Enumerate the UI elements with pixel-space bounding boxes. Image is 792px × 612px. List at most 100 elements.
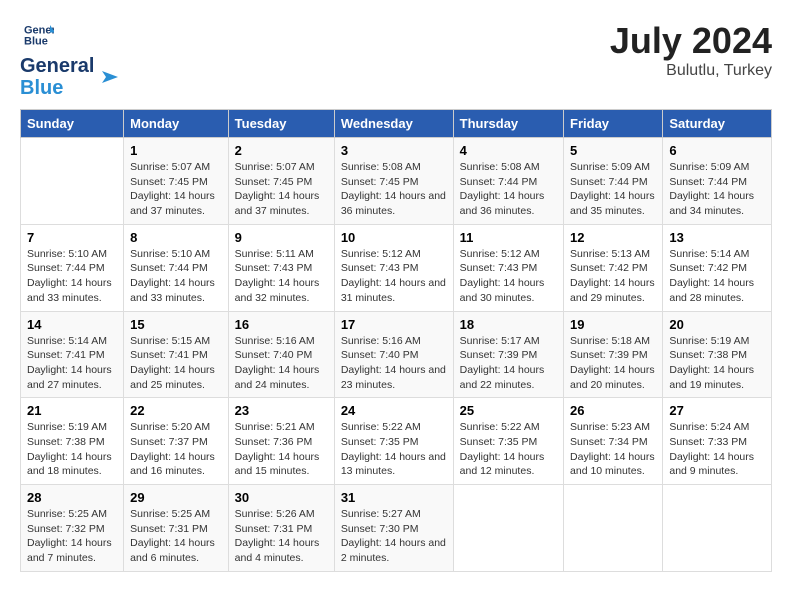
day-info: Sunrise: 5:10 AMSunset: 7:44 PMDaylight:… bbox=[27, 247, 117, 306]
day-info: Sunrise: 5:15 AMSunset: 7:41 PMDaylight:… bbox=[130, 334, 222, 393]
day-info: Sunrise: 5:24 AMSunset: 7:33 PMDaylight:… bbox=[669, 420, 765, 479]
day-cell: 6Sunrise: 5:09 AMSunset: 7:44 PMDaylight… bbox=[663, 138, 772, 225]
day-cell: 9Sunrise: 5:11 AMSunset: 7:43 PMDaylight… bbox=[228, 224, 334, 311]
day-cell: 11Sunrise: 5:12 AMSunset: 7:43 PMDayligh… bbox=[453, 224, 563, 311]
day-cell: 4Sunrise: 5:08 AMSunset: 7:44 PMDaylight… bbox=[453, 138, 563, 225]
day-number: 19 bbox=[570, 317, 656, 332]
day-number: 27 bbox=[669, 403, 765, 418]
day-number: 24 bbox=[341, 403, 447, 418]
day-number: 30 bbox=[235, 490, 328, 505]
day-number: 7 bbox=[27, 230, 117, 245]
week-row-5: 28Sunrise: 5:25 AMSunset: 7:32 PMDayligh… bbox=[21, 485, 772, 572]
day-cell: 15Sunrise: 5:15 AMSunset: 7:41 PMDayligh… bbox=[124, 311, 229, 398]
day-info: Sunrise: 5:27 AMSunset: 7:30 PMDaylight:… bbox=[341, 507, 447, 566]
day-cell: 2 Sunrise: 5:07 AMSunset: 7:45 PMDaylight… bbox=[228, 138, 334, 225]
logo-icon: General Blue bbox=[24, 20, 54, 50]
month-year: July 2024 bbox=[610, 20, 772, 62]
col-header-tuesday: Tuesday bbox=[228, 110, 334, 138]
calendar-table: SundayMondayTuesdayWednesdayThursdayFrid… bbox=[20, 109, 772, 572]
day-number: 12 bbox=[570, 230, 656, 245]
day-cell: 1 Sunrise: 5:07 AMSunset: 7:45 PMDaylight… bbox=[124, 138, 229, 225]
day-info: Sunrise: 5:25 AMSunset: 7:32 PMDaylight:… bbox=[27, 507, 117, 566]
day-info: Sunrise: 5:17 AMSunset: 7:39 PMDaylight:… bbox=[460, 334, 557, 393]
svg-text:General: General bbox=[24, 25, 54, 37]
day-cell bbox=[564, 485, 663, 572]
day-info: Sunrise: 5:19 AMSunset: 7:38 PMDaylight:… bbox=[27, 420, 117, 479]
day-cell: 8 Sunrise: 5:10 AMSunset: 7:44 PMDaylight… bbox=[124, 224, 229, 311]
day-info: Sunrise: 5:12 AMSunset: 7:43 PMDaylight:… bbox=[341, 247, 447, 306]
week-row-2: 7 Sunrise: 5:10 AMSunset: 7:44 PMDaylight… bbox=[21, 224, 772, 311]
day-number: 14 bbox=[27, 317, 117, 332]
day-number: 22 bbox=[130, 403, 222, 418]
day-info: Sunrise: 5:16 AMSunset: 7:40 PMDaylight:… bbox=[235, 334, 328, 393]
day-info: Sunrise: 5:22 AMSunset: 7:35 PMDaylight:… bbox=[341, 420, 447, 479]
day-cell: 7 Sunrise: 5:10 AMSunset: 7:44 PMDaylight… bbox=[21, 224, 124, 311]
day-info: Sunrise: 5:19 AMSunset: 7:38 PMDaylight:… bbox=[669, 334, 765, 393]
day-info: Sunrise: 5:22 AMSunset: 7:35 PMDaylight:… bbox=[460, 420, 557, 479]
col-header-friday: Friday bbox=[564, 110, 663, 138]
day-cell: 21Sunrise: 5:19 AMSunset: 7:38 PMDayligh… bbox=[21, 398, 124, 485]
day-info: Sunrise: 5:16 AMSunset: 7:40 PMDaylight:… bbox=[341, 334, 447, 393]
day-cell: 22 Sunrise: 5:20 AMSunset: 7:37 PMDayligh… bbox=[124, 398, 229, 485]
day-info: Sunrise: 5:07 AMSunset: 7:45 PMDaylight:… bbox=[235, 160, 328, 219]
day-cell: 5Sunrise: 5:09 AMSunset: 7:44 PMDaylight… bbox=[564, 138, 663, 225]
col-header-monday: Monday bbox=[124, 110, 229, 138]
day-cell: 31 Sunrise: 5:27 AMSunset: 7:30 PMDayligh… bbox=[334, 485, 453, 572]
day-number: 2 bbox=[235, 143, 328, 158]
col-header-thursday: Thursday bbox=[453, 110, 563, 138]
day-cell bbox=[21, 138, 124, 225]
svg-text:Blue: Blue bbox=[24, 36, 48, 48]
page-header: General Blue General Blue July 2024 Bulu… bbox=[20, 20, 772, 99]
day-cell: 30 Sunrise: 5:26 AMSunset: 7:31 PMDayligh… bbox=[228, 485, 334, 572]
day-info: Sunrise: 5:10 AMSunset: 7:44 PMDaylight:… bbox=[130, 247, 222, 306]
day-number: 25 bbox=[460, 403, 557, 418]
day-number: 8 bbox=[130, 230, 222, 245]
day-number: 5 bbox=[570, 143, 656, 158]
day-cell: 12Sunrise: 5:13 AMSunset: 7:42 PMDayligh… bbox=[564, 224, 663, 311]
logo-arrow-icon bbox=[98, 65, 122, 89]
day-number: 1 bbox=[130, 143, 222, 158]
day-cell bbox=[453, 485, 563, 572]
day-cell: 18Sunrise: 5:17 AMSunset: 7:39 PMDayligh… bbox=[453, 311, 563, 398]
day-cell: 24 Sunrise: 5:22 AMSunset: 7:35 PMDayligh… bbox=[334, 398, 453, 485]
logo: General Blue General Blue bbox=[20, 20, 122, 99]
day-info: Sunrise: 5:20 AMSunset: 7:37 PMDaylight:… bbox=[130, 420, 222, 479]
col-header-saturday: Saturday bbox=[663, 110, 772, 138]
day-number: 31 bbox=[341, 490, 447, 505]
day-number: 11 bbox=[460, 230, 557, 245]
day-info: Sunrise: 5:08 AMSunset: 7:44 PMDaylight:… bbox=[460, 160, 557, 219]
day-cell: 19 Sunrise: 5:18 AMSunset: 7:39 PMDayligh… bbox=[564, 311, 663, 398]
location: Bulutlu, Turkey bbox=[610, 62, 772, 80]
day-info: Sunrise: 5:08 AMSunset: 7:45 PMDaylight:… bbox=[341, 160, 447, 219]
col-header-sunday: Sunday bbox=[21, 110, 124, 138]
week-row-1: 1 Sunrise: 5:07 AMSunset: 7:45 PMDaylight… bbox=[21, 138, 772, 225]
day-cell: 20 Sunrise: 5:19 AMSunset: 7:38 PMDayligh… bbox=[663, 311, 772, 398]
day-info: Sunrise: 5:25 AMSunset: 7:31 PMDaylight:… bbox=[130, 507, 222, 566]
day-cell: 28Sunrise: 5:25 AMSunset: 7:32 PMDayligh… bbox=[21, 485, 124, 572]
day-cell: 3Sunrise: 5:08 AMSunset: 7:45 PMDaylight… bbox=[334, 138, 453, 225]
week-row-3: 14 Sunrise: 5:14 AMSunset: 7:41 PMDayligh… bbox=[21, 311, 772, 398]
day-cell: 23Sunrise: 5:21 AMSunset: 7:36 PMDayligh… bbox=[228, 398, 334, 485]
day-number: 23 bbox=[235, 403, 328, 418]
day-number: 17 bbox=[341, 317, 447, 332]
day-number: 16 bbox=[235, 317, 328, 332]
day-info: Sunrise: 5:18 AMSunset: 7:39 PMDaylight:… bbox=[570, 334, 656, 393]
day-info: Sunrise: 5:26 AMSunset: 7:31 PMDaylight:… bbox=[235, 507, 328, 566]
day-cell: 27 Sunrise: 5:24 AMSunset: 7:33 PMDayligh… bbox=[663, 398, 772, 485]
day-info: Sunrise: 5:14 AMSunset: 7:41 PMDaylight:… bbox=[27, 334, 117, 393]
day-cell: 26Sunrise: 5:23 AMSunset: 7:34 PMDayligh… bbox=[564, 398, 663, 485]
day-number: 13 bbox=[669, 230, 765, 245]
day-cell: 13Sunrise: 5:14 AMSunset: 7:42 PMDayligh… bbox=[663, 224, 772, 311]
logo-line1: General bbox=[20, 55, 94, 77]
day-cell bbox=[663, 485, 772, 572]
day-cell: 17 Sunrise: 5:16 AMSunset: 7:40 PMDayligh… bbox=[334, 311, 453, 398]
col-header-wednesday: Wednesday bbox=[334, 110, 453, 138]
day-number: 10 bbox=[341, 230, 447, 245]
day-info: Sunrise: 5:07 AMSunset: 7:45 PMDaylight:… bbox=[130, 160, 222, 219]
day-number: 26 bbox=[570, 403, 656, 418]
day-number: 9 bbox=[235, 230, 328, 245]
day-cell: 16 Sunrise: 5:16 AMSunset: 7:40 PMDayligh… bbox=[228, 311, 334, 398]
header-row: SundayMondayTuesdayWednesdayThursdayFrid… bbox=[21, 110, 772, 138]
day-number: 6 bbox=[669, 143, 765, 158]
day-number: 20 bbox=[669, 317, 765, 332]
